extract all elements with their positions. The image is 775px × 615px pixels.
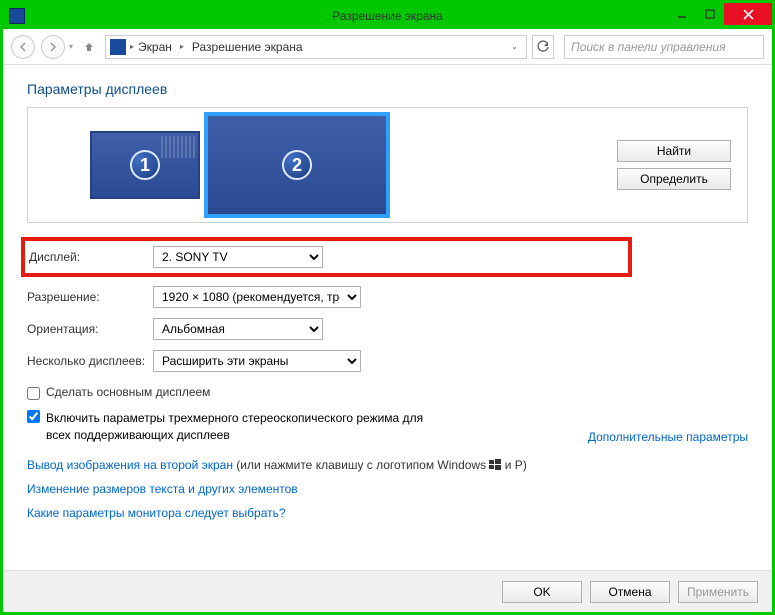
- chevron-right-icon[interactable]: ▸: [130, 42, 134, 51]
- orientation-label: Ориентация:: [27, 322, 153, 336]
- resolution-label: Разрешение:: [27, 290, 153, 304]
- stereo-checkbox[interactable]: [27, 410, 40, 423]
- navbar: ▾ ▸ Экран ▸ Разрешение экрана ⌄: [3, 29, 772, 65]
- main-display-checkbox-label[interactable]: Сделать основным дисплеем: [46, 385, 210, 399]
- footer-buttons: OK Отмена Применить: [3, 570, 772, 612]
- highlighted-display-row: Дисплей: 2. SONY TV: [21, 237, 632, 277]
- which-params-link[interactable]: Какие параметры монитора следует выбрать…: [27, 506, 748, 520]
- monitor-1-decoration: [161, 136, 195, 158]
- monitor-1[interactable]: 1: [90, 131, 200, 199]
- text-size-link[interactable]: Изменение размеров текста и других элеме…: [27, 482, 748, 496]
- content-area: Параметры дисплеев 1 2 Найти Определить …: [3, 65, 772, 536]
- multi-display-label: Несколько дисплеев:: [27, 354, 153, 368]
- cancel-button[interactable]: Отмена: [590, 581, 670, 603]
- resolution-select[interactable]: 1920 × 1080 (рекомендуется, трехмерное): [153, 286, 361, 308]
- second-screen-link[interactable]: Вывод изображения на второй экран: [27, 458, 233, 472]
- section-title: Параметры дисплеев: [27, 81, 748, 97]
- monitor-2[interactable]: 2: [206, 114, 388, 216]
- main-display-checkbox-row: Сделать основным дисплеем: [27, 385, 748, 400]
- additional-params-link[interactable]: Дополнительные параметры: [588, 430, 748, 444]
- second-screen-suffix2: и P): [501, 458, 526, 472]
- multi-display-select[interactable]: Расширить эти экраны: [153, 350, 361, 372]
- stereo-checkbox-label[interactable]: Включить параметры трехмерного стереоско…: [46, 410, 446, 444]
- panel-buttons-group: Найти Определить: [617, 140, 735, 190]
- window-icon: [9, 8, 25, 24]
- find-button[interactable]: Найти: [617, 140, 731, 162]
- display-preview-panel: 1 2 Найти Определить: [27, 107, 748, 223]
- breadcrumb-dropdown-icon[interactable]: ⌄: [511, 42, 522, 51]
- main-display-checkbox[interactable]: [27, 387, 40, 400]
- apply-button[interactable]: Применить: [678, 581, 758, 603]
- search-input[interactable]: [564, 35, 764, 59]
- breadcrumb-icon: [110, 39, 126, 55]
- orientation-select[interactable]: Альбомная: [153, 318, 323, 340]
- close-button[interactable]: [724, 3, 772, 25]
- windows-logo-icon: [489, 459, 501, 471]
- display-arrangement-area[interactable]: 1 2: [40, 114, 617, 216]
- second-screen-row: Вывод изображения на второй экран (или н…: [27, 458, 748, 472]
- window-frame: Разрешение экрана ▾ ▸ Экран ▸: [0, 0, 775, 615]
- links-group: Изменение размеров текста и других элеме…: [27, 482, 748, 520]
- breadcrumb-item-1[interactable]: Экран: [138, 40, 172, 54]
- refresh-button[interactable]: [532, 35, 554, 59]
- second-screen-suffix: (или нажмите клавишу с логотипом Windows: [233, 458, 489, 472]
- forward-button[interactable]: [41, 35, 65, 59]
- monitor-1-badge: 1: [130, 150, 160, 180]
- back-button[interactable]: [11, 35, 35, 59]
- maximize-button[interactable]: [696, 3, 724, 25]
- titlebar[interactable]: Разрешение экрана: [3, 3, 772, 29]
- minimize-button[interactable]: [668, 3, 696, 25]
- display-select[interactable]: 2. SONY TV: [153, 246, 323, 268]
- breadcrumb[interactable]: ▸ Экран ▸ Разрешение экрана ⌄: [105, 35, 527, 59]
- window-controls: [668, 3, 772, 25]
- up-button[interactable]: [79, 37, 99, 57]
- identify-button[interactable]: Определить: [617, 168, 731, 190]
- display-label: Дисплей:: [27, 250, 153, 264]
- nav-history-dropdown-icon[interactable]: ▾: [69, 42, 73, 51]
- breadcrumb-item-2[interactable]: Разрешение экрана: [192, 40, 303, 54]
- ok-button[interactable]: OK: [502, 581, 582, 603]
- chevron-right-icon[interactable]: ▸: [176, 42, 188, 51]
- window-title: Разрешение экрана: [332, 9, 443, 23]
- monitor-2-badge: 2: [282, 150, 312, 180]
